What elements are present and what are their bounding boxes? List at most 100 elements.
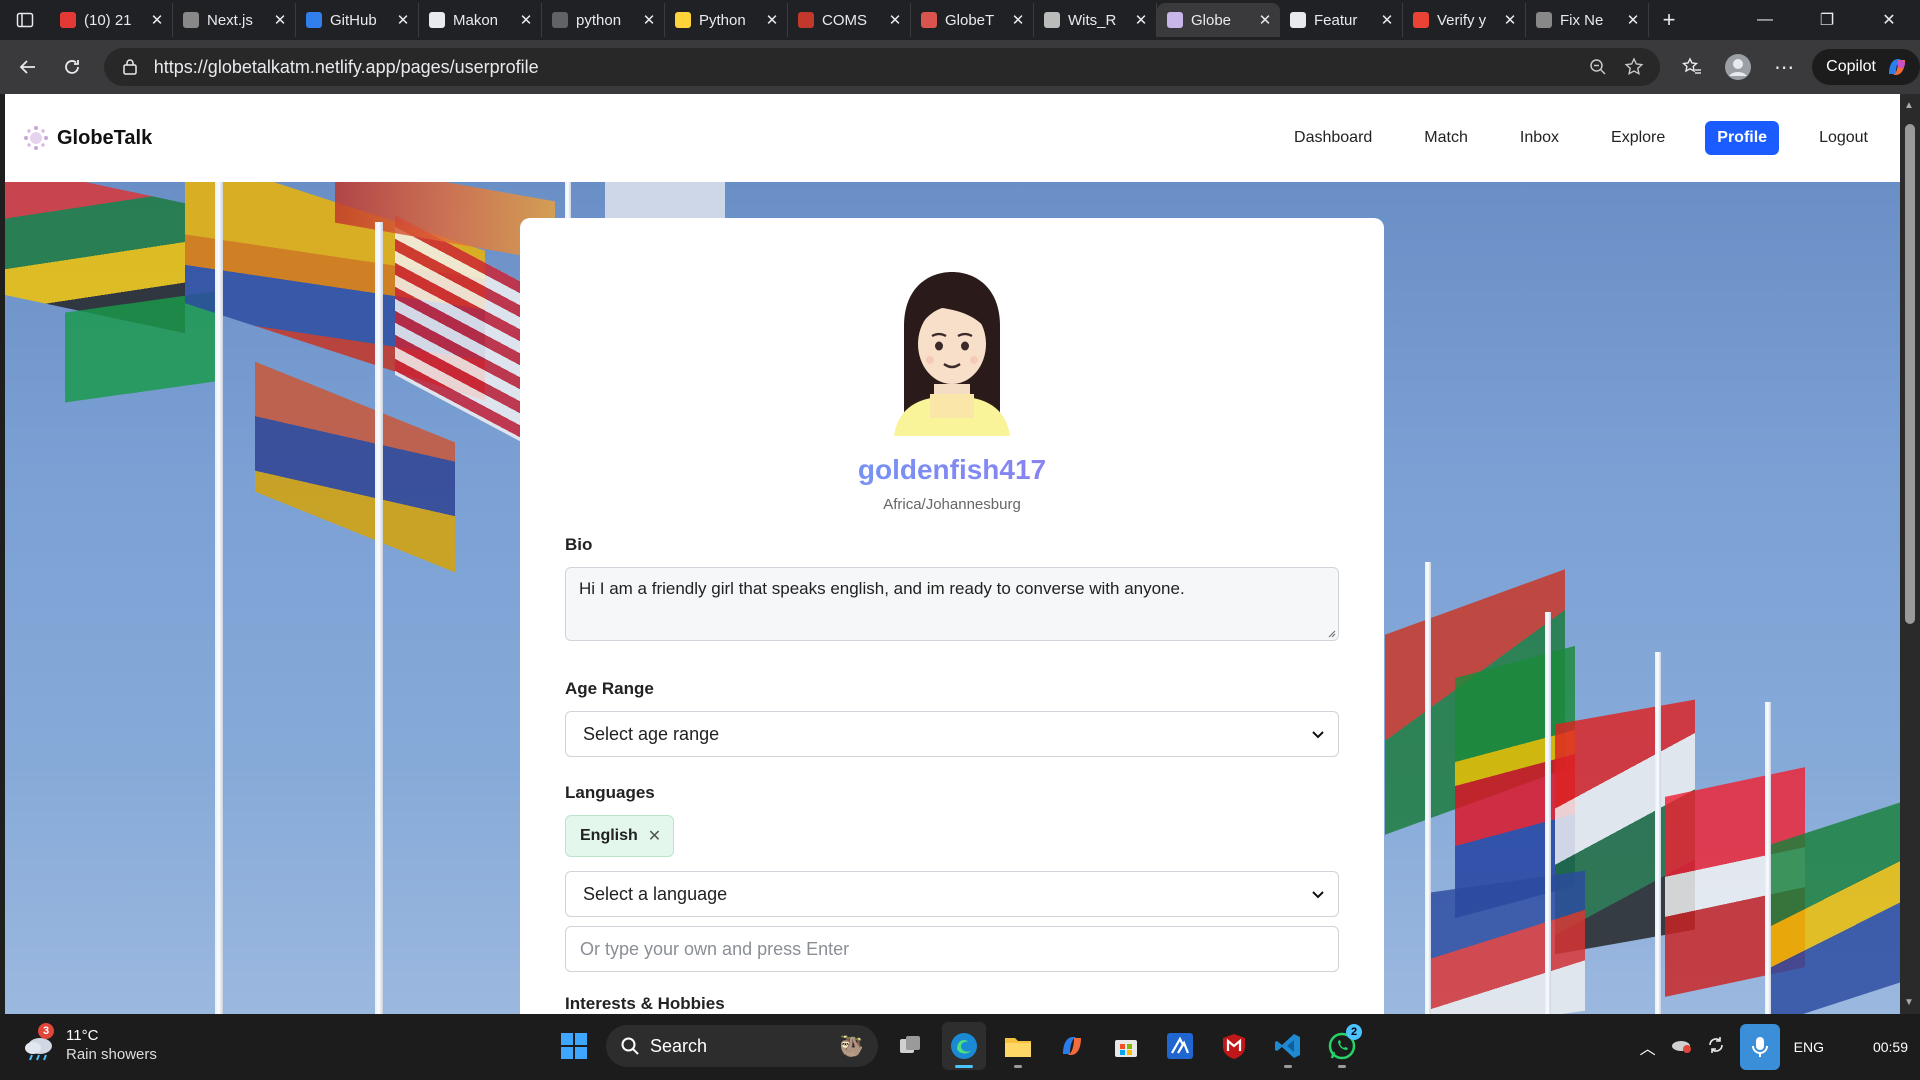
browser-tab[interactable]: Featur ✕: [1280, 3, 1403, 37]
language-select[interactable]: Select a language: [565, 871, 1339, 917]
language-chip: English ✕: [565, 815, 675, 857]
tab-title: Next.js: [207, 11, 253, 29]
tab-favicon-icon: [306, 12, 322, 28]
refresh-button[interactable]: [50, 47, 94, 87]
tab-title: Python: [699, 11, 746, 29]
tab-title: (10) 21: [84, 11, 132, 29]
avatar[interactable]: [890, 266, 1014, 436]
tab-close-icon[interactable]: ✕: [1258, 11, 1272, 29]
nav-profile[interactable]: Profile: [1705, 121, 1780, 155]
browser-tab[interactable]: GitHub ✕: [296, 3, 419, 37]
taskbar-vscode[interactable]: [1266, 1022, 1310, 1070]
nav-dashboard[interactable]: Dashboard: [1282, 121, 1384, 155]
brand[interactable]: GlobeTalk: [23, 125, 152, 151]
tab-close-icon[interactable]: ✕: [1503, 11, 1517, 29]
tab-close-icon[interactable]: ✕: [1134, 11, 1148, 29]
browser-tab[interactable]: Wits_R ✕: [1034, 3, 1157, 37]
age-range-value: Select age range: [583, 723, 720, 744]
taskbar-file-explorer[interactable]: [996, 1022, 1040, 1070]
address-bar[interactable]: https://globetalkatm.netlify.app/pages/u…: [103, 48, 1661, 86]
tab-close-icon[interactable]: ✕: [519, 11, 533, 29]
tab-close-icon[interactable]: ✕: [273, 11, 287, 29]
tab-close-icon[interactable]: ✕: [1626, 11, 1640, 29]
tab-close-icon[interactable]: ✕: [1011, 11, 1025, 29]
tab-title: Makon: [453, 11, 499, 29]
age-range-select[interactable]: Select age range: [565, 711, 1339, 757]
page-scrollbar[interactable]: ▲ ▼: [1900, 94, 1920, 1014]
nav-logout[interactable]: Logout: [1807, 121, 1880, 155]
taskbar-store[interactable]: [1104, 1022, 1148, 1070]
nav-inbox[interactable]: Inbox: [1508, 121, 1571, 155]
profile-avatar-icon[interactable]: [1720, 49, 1756, 85]
tab-close-icon[interactable]: ✕: [396, 11, 410, 29]
tab-close-icon[interactable]: ✕: [765, 11, 779, 29]
resize-grip-icon[interactable]: [1326, 628, 1336, 638]
tab-favicon-icon: [1290, 12, 1306, 28]
tab-close-icon[interactable]: ✕: [150, 11, 164, 29]
copilot-icon: [1888, 59, 1905, 75]
task-view-button[interactable]: [888, 1022, 932, 1070]
browser-tab[interactable]: Verify y ✕: [1403, 3, 1526, 37]
onedrive-icon[interactable]: [1670, 1037, 1692, 1058]
copilot-label: Copilot: [1826, 58, 1876, 75]
favorite-star-icon[interactable]: [1622, 57, 1646, 77]
minimize-icon[interactable]: —: [1734, 0, 1796, 40]
taskbar-edge[interactable]: [942, 1022, 986, 1070]
sync-icon[interactable]: [1706, 1035, 1726, 1060]
browser-tab[interactable]: Next.js ✕: [173, 3, 296, 37]
input-language[interactable]: ENG: [1794, 1039, 1824, 1055]
edge-icon: [951, 1033, 977, 1059]
copilot-app-icon: [1063, 1037, 1081, 1055]
show-hidden-icons[interactable]: ︿: [1640, 1035, 1656, 1059]
microphone-icon: [1751, 1037, 1768, 1057]
nav-match[interactable]: Match: [1412, 121, 1480, 155]
scroll-down-icon[interactable]: ▼: [1904, 997, 1914, 1008]
favorites-icon[interactable]: [1674, 49, 1710, 85]
browser-tab[interactable]: Globe ✕: [1157, 3, 1280, 37]
browser-tab[interactable]: GlobeT ✕: [911, 3, 1034, 37]
active-indicator: [955, 1065, 973, 1068]
browser-tab[interactable]: python ✕: [542, 3, 665, 37]
language-select-value: Select a language: [583, 883, 728, 904]
taskbar-apps: Search 🦥 2: [552, 1022, 1364, 1070]
tab-close-icon[interactable]: ✕: [1380, 11, 1394, 29]
tab-favicon-icon: [429, 12, 445, 28]
clock[interactable]: 00:59: [1838, 1039, 1908, 1055]
scroll-up-icon[interactable]: ▲: [1904, 100, 1914, 111]
microphone-button[interactable]: [1739, 1024, 1780, 1070]
bio-textarea[interactable]: Hi I am a friendly girl that speaks engl…: [565, 567, 1339, 641]
tab-actions-icon[interactable]: [0, 0, 50, 40]
tab-title: COMS: [822, 11, 867, 29]
url-text[interactable]: https://globetalkatm.netlify.app/pages/u…: [154, 57, 1574, 78]
site-info-icon[interactable]: [118, 58, 142, 76]
weather-widget[interactable]: 3 11°C Rain showers: [20, 1023, 157, 1064]
new-tab-button[interactable]: +: [1649, 7, 1689, 33]
start-button[interactable]: [552, 1022, 596, 1070]
browser-tab[interactable]: Fix Ne ✕: [1526, 3, 1649, 37]
taskbar-app-blue[interactable]: [1158, 1022, 1202, 1070]
tab-favicon-icon: [552, 12, 568, 28]
back-button[interactable]: [6, 47, 50, 87]
browser-tab[interactable]: Makon ✕: [419, 3, 542, 37]
taskbar-mcafee[interactable]: [1212, 1022, 1256, 1070]
close-window-icon[interactable]: ✕: [1858, 0, 1920, 40]
browser-tab[interactable]: Python ✕: [665, 3, 788, 37]
store-icon: [1115, 1040, 1137, 1057]
nav-explore[interactable]: Explore: [1599, 121, 1677, 155]
copilot-button[interactable]: Copilot: [1812, 49, 1920, 85]
more-menu-icon[interactable]: ⋯: [1766, 49, 1802, 85]
tab-title: Verify y: [1437, 11, 1487, 29]
restore-icon[interactable]: ❐: [1796, 0, 1858, 40]
tab-close-icon[interactable]: ✕: [888, 11, 902, 29]
tab-close-icon[interactable]: ✕: [642, 11, 656, 29]
browser-tab[interactable]: COMS ✕: [788, 3, 911, 37]
scrollbar-thumb[interactable]: [1905, 124, 1915, 624]
taskbar-whatsapp[interactable]: 2: [1320, 1022, 1364, 1070]
browser-tab[interactable]: (10) 21 ✕: [50, 3, 173, 37]
custom-language-input[interactable]: Or type your own and press Enter: [565, 926, 1339, 972]
remove-language-icon[interactable]: ✕: [648, 826, 661, 846]
taskbar-search[interactable]: Search 🦥: [606, 1025, 878, 1067]
taskbar-copilot[interactable]: [1050, 1022, 1094, 1070]
zoom-icon[interactable]: [1586, 58, 1610, 76]
windows-taskbar: 3 11°C Rain showers Search 🦥 2 ︿ ENG 00:…: [0, 1014, 1920, 1080]
